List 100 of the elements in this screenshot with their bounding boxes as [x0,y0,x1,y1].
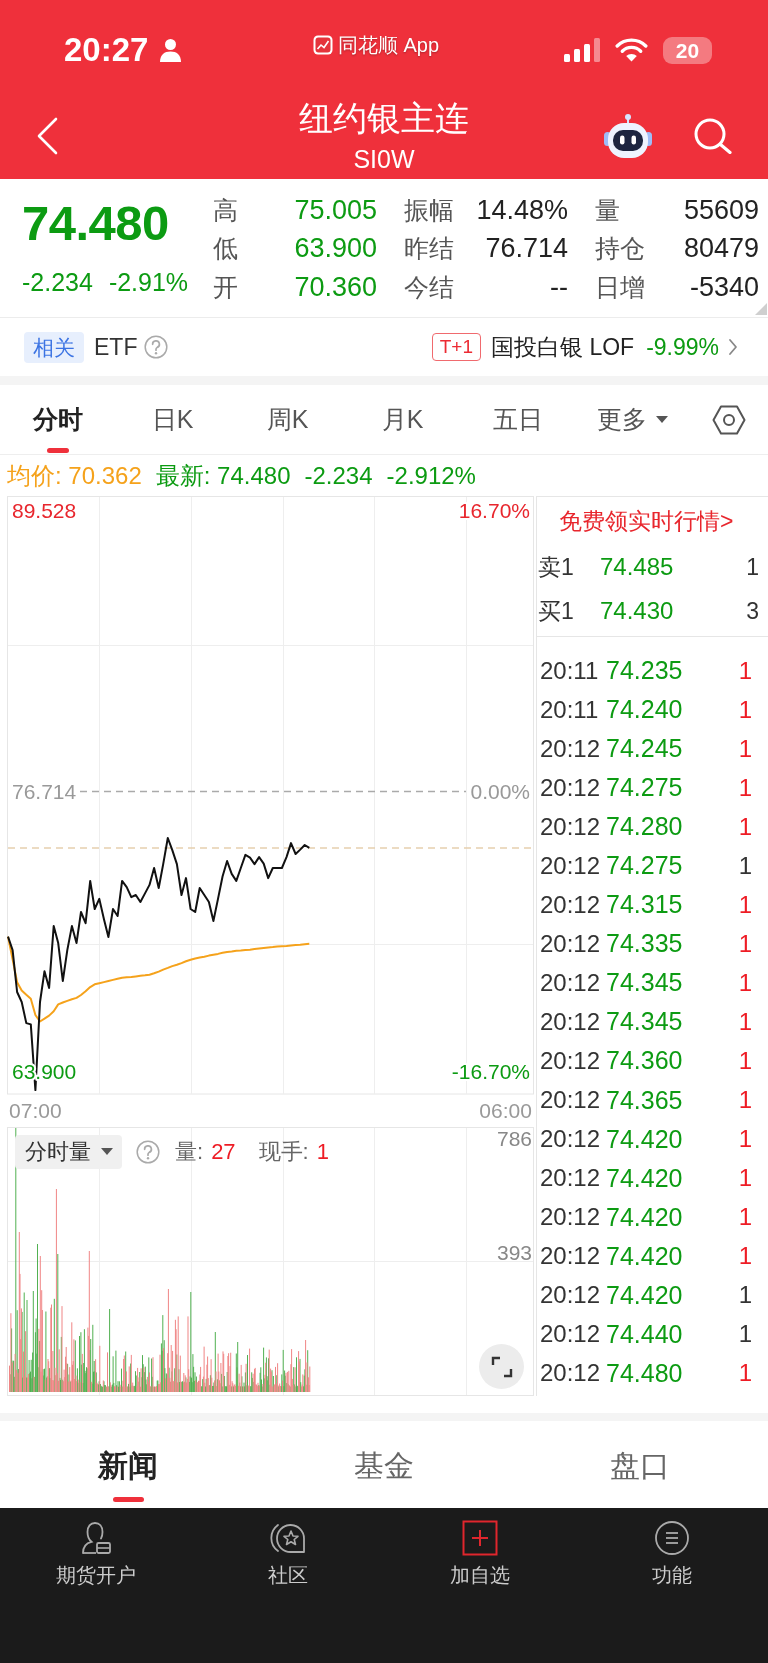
level-label: 买1 [538,596,575,626]
trade-price: 74.235 [606,656,683,685]
stat-label: 高 [213,194,238,226]
latest-price-text: 最新: 74.480 [155,460,291,491]
help-icon[interactable] [144,335,169,359]
trade-price: 74.420 [606,1241,683,1271]
trade-price: 74.245 [606,734,683,764]
trade-price: 74.420 [606,1124,683,1154]
t1-tag: T+1 [431,333,481,361]
tab-bar-item[interactable]: 期货开户 [0,1508,192,1587]
chevron-right-icon[interactable] [728,338,738,356]
trade-price: 74.335 [606,929,683,959]
trade-quantity: 1 [738,1164,752,1193]
ticker-code: SI0W [353,143,415,174]
trade-time: 20:12 [540,851,602,880]
stat-value: 63.900 [294,233,377,265]
content-tab[interactable]: 新闻 [0,1421,256,1508]
search-icon[interactable] [693,117,733,154]
chart-tab[interactable]: 更多 [575,385,690,454]
related-tag: 相关 [24,331,84,363]
stat-label: 今结 [404,271,454,303]
stat-label: 振幅 [404,194,454,226]
trade-quantity: 1 [738,1359,752,1388]
trade-time: 20:11 [540,695,600,724]
level-quantity: 1 [746,553,759,581]
stat-value: 75.005 [294,194,377,226]
trade-time: 20:12 [540,1047,602,1075]
price-change-percent: -2.91% [108,267,189,297]
stat-label: 持仓 [595,233,645,265]
chart-tab[interactable]: 日K [115,385,230,454]
content-tab[interactable]: 盘口 [512,1421,768,1508]
last-price: 74.480 [22,196,169,250]
chart-tab[interactable]: 周K [230,385,345,454]
tab-bar-item[interactable]: 加自选 [384,1508,576,1587]
trade-quantity: 1 [738,656,752,685]
fund-change: -9.99% [646,333,719,361]
price-axis-label: 89.528 [12,498,77,522]
stat-value: 55609 [683,194,759,226]
stat-value: 80479 [683,233,759,265]
wifi-icon [615,38,648,62]
trade-quantity: 1 [738,812,752,841]
back-icon[interactable] [36,116,58,155]
volume-selector[interactable]: 分时量 [15,1135,122,1169]
trade-quantity: 1 [738,929,752,958]
trade-price: 74.275 [606,773,683,803]
chart-tab[interactable]: 分时 [0,385,115,454]
fund-name[interactable]: 国投白银 LOF [491,331,635,363]
tab-bar-item[interactable]: 功能 [576,1508,768,1587]
level-label: 卖1 [538,552,575,582]
trade-quantity: 1 [738,695,752,724]
trade-price: 74.420 [606,1280,683,1310]
trade-price: 74.360 [606,1046,683,1076]
price-change: -2.234 [22,267,93,297]
trade-time: 20:12 [540,929,602,958]
volume-label: 量: [175,1138,204,1166]
chart-tab[interactable]: 五日 [460,385,575,454]
plus-square-icon [462,1520,498,1556]
signal-icon [564,38,600,62]
settings-icon[interactable] [712,404,746,435]
time-axis-label: 06:00 [479,1099,532,1122]
trade-quantity: 1 [738,1125,752,1154]
trade-price: 74.345 [606,968,683,998]
volume-axis-label: 786 [496,1127,532,1150]
help-icon[interactable] [136,1140,160,1164]
trade-time: 20:12 [540,890,602,919]
trade-time: 20:12 [540,1164,602,1193]
trade-time: 20:12 [540,1242,602,1271]
stat-value: 76.714 [485,233,568,265]
time-axis-label: 07:00 [9,1099,62,1122]
trade-price: 74.315 [606,890,683,920]
trade-price: 74.365 [606,1085,683,1115]
expand-button[interactable] [479,1344,524,1389]
chart-tab[interactable]: 月K [345,385,460,454]
trade-time: 20:12 [540,1281,602,1310]
trade-price: 74.420 [606,1163,683,1193]
app-logo-icon [312,35,333,55]
trade-time: 20:12 [540,1320,602,1349]
page-title: 纽约银主连 [299,97,469,138]
trade-price: 74.345 [606,1007,683,1037]
trade-time: 20:12 [540,734,602,763]
price-axis-label: 76.714 [12,779,77,803]
stat-label: 昨结 [404,233,454,265]
trade-price: 74.240 [606,695,683,725]
stat-label: 量 [595,194,620,226]
robot-icon[interactable] [603,113,653,158]
trade-time: 20:12 [540,968,602,997]
free-quote-link[interactable]: 免费领实时行情> [559,505,734,537]
trade-time: 20:12 [540,1086,602,1115]
person-icon [159,38,183,62]
trade-quantity: 1 [738,773,752,802]
trade-quantity: 1 [738,1203,752,1232]
content-tab[interactable]: 基金 [256,1421,512,1508]
hand-value: 1 [316,1139,329,1165]
stat-value: 70.360 [294,271,377,303]
trade-time: 20:12 [540,1359,602,1388]
trade-quantity: 1 [738,734,752,763]
tab-bar-item[interactable]: 社区 [192,1508,384,1587]
back-to-app-link[interactable]: 同花顺 App [312,32,440,58]
percent-axis-label: 0.00% [470,779,530,803]
stat-label: 低 [213,233,238,265]
